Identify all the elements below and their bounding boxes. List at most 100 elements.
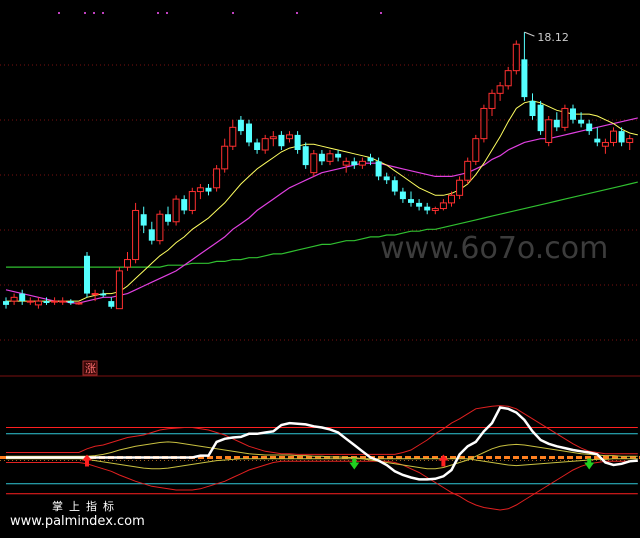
top-dot [93, 12, 95, 14]
candle-body [221, 145, 229, 170]
candle-body [19, 293, 26, 302]
candle [165, 206, 171, 226]
candle [140, 206, 147, 234]
top-dot [232, 12, 234, 14]
candle-body [148, 229, 155, 241]
candle-body [594, 138, 601, 143]
top-dot [157, 12, 159, 14]
candle [115, 267, 123, 310]
candle [375, 157, 382, 181]
candle-body [75, 302, 83, 305]
ma-magenta-line [5, 117, 638, 304]
candle [504, 66, 512, 90]
zhang-label: 涨 [85, 362, 96, 375]
candle-body [140, 214, 147, 226]
chart-canvas: www.6o7o.com 18.12 涨 掌上指标 www.palmindex.… [0, 12, 640, 529]
candle-body [286, 134, 293, 140]
candle [326, 150, 334, 166]
candle-body [529, 100, 536, 116]
candle-body [504, 70, 512, 87]
candle [196, 184, 204, 200]
candle [553, 112, 560, 132]
candle [302, 142, 309, 169]
candle-body [472, 138, 480, 162]
candle-body [335, 153, 342, 158]
candle [351, 157, 358, 169]
candle-body [375, 161, 382, 177]
candle [148, 221, 155, 245]
candle-body [326, 153, 334, 162]
footer-url: www.palmindex.com [10, 514, 145, 529]
candle-body [156, 213, 164, 242]
candle [416, 199, 423, 211]
candle [51, 297, 59, 305]
candle [59, 297, 67, 305]
candle-body [358, 160, 366, 166]
candle-body [34, 300, 42, 306]
candle [3, 297, 9, 309]
watermark: www.6o7o.com [380, 231, 608, 266]
candle [84, 252, 90, 298]
candle [108, 297, 115, 309]
candle-body [3, 301, 9, 305]
candle-body [351, 161, 358, 166]
candle-body [342, 160, 350, 166]
candle [318, 150, 325, 166]
top-dot [380, 12, 382, 14]
top-dot [58, 12, 60, 14]
candle [408, 191, 414, 207]
candle [545, 116, 553, 147]
candle [75, 301, 83, 305]
candle-body [601, 141, 609, 147]
candle [26, 297, 34, 305]
candle-body [610, 130, 617, 143]
candle-body [100, 293, 107, 296]
high-price-label: 18.12 [537, 31, 569, 44]
candle [472, 134, 480, 166]
candle-body [480, 107, 488, 140]
candle-body [43, 301, 50, 303]
candle [464, 157, 472, 184]
candle-body [578, 119, 585, 124]
high-marker-line [524, 31, 535, 37]
candle-body [91, 293, 99, 296]
candle-body [496, 85, 504, 94]
candle-body [310, 153, 318, 174]
candle-body [26, 300, 34, 303]
candle [529, 93, 536, 120]
top-marker-dots [58, 12, 382, 14]
candle [537, 100, 544, 135]
candle-body [383, 176, 390, 181]
candle-body [132, 209, 140, 261]
candle-body [213, 168, 221, 189]
high-price-marker: 18.12 [524, 31, 569, 44]
candle [278, 131, 285, 150]
candle-body [278, 134, 285, 147]
candle-body [537, 104, 544, 132]
candle-body [464, 160, 472, 181]
candle [521, 32, 528, 101]
candle-body [424, 206, 431, 211]
top-dot [296, 12, 298, 14]
candle [335, 150, 342, 162]
candle-body [196, 187, 204, 193]
candle [431, 206, 439, 215]
candle [399, 187, 406, 203]
zhang-badge: 涨 [82, 360, 98, 376]
candle [261, 134, 269, 154]
candle-body [108, 301, 115, 307]
candle-body [391, 180, 398, 192]
candle-body [545, 119, 553, 143]
candle [570, 104, 576, 124]
candle [594, 127, 601, 147]
candle-body [67, 301, 74, 303]
candle-body [261, 138, 269, 151]
candle [205, 184, 212, 196]
candle [286, 131, 293, 143]
candle [132, 202, 140, 264]
candle-body [124, 259, 131, 268]
top-dot [166, 12, 168, 14]
candle-body [416, 202, 423, 207]
candle-body [181, 199, 188, 211]
candle-body [302, 146, 309, 166]
